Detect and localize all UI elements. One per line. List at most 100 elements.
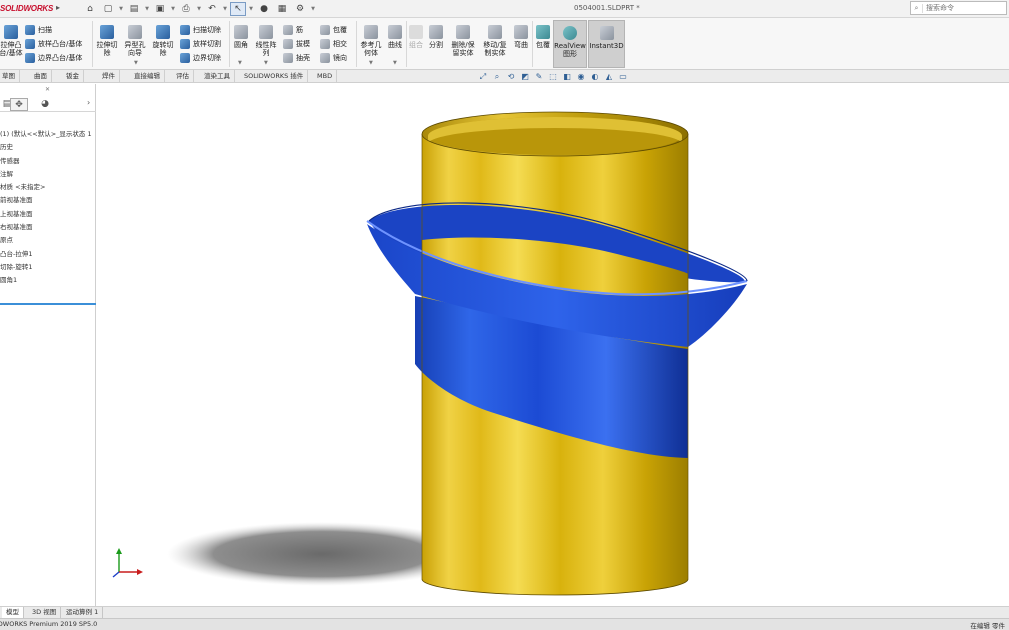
tree-item-sensors[interactable]: 传感器	[0, 155, 96, 168]
tree-item-material[interactable]: 材质 <未指定>	[0, 181, 96, 194]
split-button[interactable]: 分割	[427, 25, 445, 49]
mirror-button[interactable]: 镜向	[320, 52, 347, 64]
tree-item-front-plane[interactable]: 前视基准面	[0, 194, 96, 207]
display-style-icon[interactable]: ◧	[562, 72, 572, 82]
revolve-cut-button[interactable]: 旋转切 除	[150, 25, 176, 57]
chevron-down-icon[interactable]: ▼	[310, 2, 316, 16]
curves-button[interactable]: 曲线	[386, 25, 404, 49]
undo-icon[interactable]: ↶	[204, 2, 220, 16]
wrap-button[interactable]: 包覆	[320, 24, 347, 36]
save-icon[interactable]: ▣	[152, 2, 168, 16]
tab-surfaces[interactable]: 曲面	[30, 70, 52, 83]
zoom-to-area-icon[interactable]: ⌕	[492, 72, 502, 82]
tab-mbd[interactable]: MBD	[313, 70, 338, 83]
feature-manager-panel: ✕ ▤ ✥ ◕ › (1) (默认<<默认>_显示状态 1 历史 传感器 注解 …	[0, 84, 96, 606]
home-icon[interactable]: ⌂	[82, 2, 98, 16]
loft-boss-button[interactable]: 放样凸台/基体	[25, 38, 82, 50]
print-icon[interactable]: ⎙	[178, 2, 194, 16]
instant3d-button[interactable]: Instant3D	[588, 20, 625, 68]
view-orientation-icon[interactable]: ⬚	[548, 72, 558, 82]
chevron-down-icon[interactable]: ▼	[118, 2, 124, 16]
chevron-down-icon[interactable]: ▼	[134, 60, 138, 66]
realview-graphics-button[interactable]: RealView 图形	[553, 20, 587, 68]
sweep-boss-button[interactable]: 扫描	[25, 24, 52, 36]
chevron-down-icon[interactable]: ▼	[238, 60, 242, 66]
panel-pin-icon[interactable]: ✕	[45, 86, 50, 93]
chevron-down-icon[interactable]: ▼	[393, 60, 397, 66]
menu-expand-arrow-icon[interactable]: ▸	[56, 3, 66, 15]
hole-wizard-button[interactable]: 异型孔 向导	[122, 25, 148, 57]
command-search-box[interactable]: ⌕	[910, 1, 1007, 15]
tab-solidworks-addins[interactable]: SOLIDWORKS 插件	[240, 70, 309, 83]
boundary-cut-button[interactable]: 边界切除	[180, 52, 221, 64]
graphics-area[interactable]	[97, 84, 1009, 606]
shell-button[interactable]: 抽壳	[283, 52, 310, 64]
chevron-down-icon[interactable]: ▼	[248, 2, 254, 16]
move-copy-body-button[interactable]: 移动/复 制实体	[480, 25, 510, 57]
tab-render-tools[interactable]: 渲染工具	[200, 70, 235, 83]
combine-button[interactable]: 组合	[407, 25, 425, 49]
dynamic-annotation-icon[interactable]: ✎	[534, 72, 544, 82]
search-input[interactable]	[923, 4, 1003, 12]
rollback-bar[interactable]	[0, 303, 96, 305]
tab-weldments[interactable]: 焊件	[98, 70, 120, 83]
tree-item-configuration[interactable]: (1) (默认<<默认>_显示状态 1	[0, 128, 96, 141]
tab-model[interactable]: 模型	[2, 607, 24, 618]
tree-item-fillet[interactable]: 圆角1	[0, 274, 96, 287]
move-body-icon	[488, 25, 502, 39]
tab-sketch[interactable]: 草图	[0, 70, 20, 83]
tree-item-annotations[interactable]: 注解	[0, 168, 96, 181]
linear-pattern-button[interactable]: 线性阵 列	[253, 25, 279, 57]
tree-item-cut-revolve[interactable]: 切除-旋转1	[0, 261, 96, 274]
options-gear-icon[interactable]: ⚙	[292, 2, 308, 16]
chevron-right-icon[interactable]: ›	[87, 98, 90, 107]
rebuild-traffic-light-icon[interactable]: ●	[256, 2, 272, 16]
tree-item-history[interactable]: 历史	[0, 141, 96, 154]
hide-show-items-icon[interactable]: ◉	[576, 72, 586, 82]
tree-item-top-plane[interactable]: 上视基准面	[0, 208, 96, 221]
chevron-down-icon[interactable]: ▼	[170, 2, 176, 16]
loft-cut-button[interactable]: 放样切割	[180, 38, 221, 50]
draft-button[interactable]: 拔模	[283, 38, 310, 50]
wrap-surface-icon	[536, 25, 550, 39]
bend-button[interactable]: 弯曲	[511, 25, 531, 49]
search-icon: ⌕	[911, 3, 923, 13]
wrap-surface-button[interactable]: 包覆	[533, 25, 553, 49]
intersect-button[interactable]: 相交	[320, 38, 347, 50]
tab-direct-editing[interactable]: 直接编辑	[130, 70, 165, 83]
previous-view-icon[interactable]: ⟲	[506, 72, 516, 82]
new-document-icon[interactable]: ▢	[100, 2, 116, 16]
chevron-down-icon[interactable]: ▼	[144, 2, 150, 16]
view-settings-icon[interactable]: ▭	[618, 72, 628, 82]
intersect-icon	[320, 39, 330, 49]
delete-keep-body-button[interactable]: 删除/保 留实体	[448, 25, 478, 57]
file-properties-icon[interactable]: ▦	[274, 2, 290, 16]
chevron-down-icon[interactable]: ▼	[264, 60, 268, 66]
edit-appearance-icon[interactable]: ◐	[590, 72, 600, 82]
tab-3d-views[interactable]: 3D 视图	[28, 607, 62, 618]
rib-button[interactable]: 筋	[283, 24, 303, 36]
boundary-boss-button[interactable]: 边界凸台/基体	[25, 52, 82, 64]
zoom-to-fit-icon[interactable]: ⤢	[478, 72, 488, 82]
tab-motion-study[interactable]: 运动算例 1	[62, 607, 104, 618]
tab-sheet-metal[interactable]: 钣金	[62, 70, 84, 83]
tab-evaluate[interactable]: 评估	[172, 70, 194, 83]
chevron-down-icon[interactable]: ▼	[222, 2, 228, 16]
chevron-down-icon[interactable]: ▼	[369, 60, 373, 66]
apply-scene-icon[interactable]: ◭	[604, 72, 614, 82]
chevron-down-icon[interactable]: ▼	[196, 2, 202, 16]
open-folder-icon[interactable]: ▤	[126, 2, 142, 16]
panel-tabs: ▤ ✥ ◕ ›	[0, 97, 96, 112]
reference-geometry-button[interactable]: 参考几 何体	[358, 25, 384, 57]
configuration-manager-tab-icon[interactable]: ✥	[10, 98, 28, 111]
tree-item-right-plane[interactable]: 右视基准面	[0, 221, 96, 234]
extrude-boss-button[interactable]: 拉伸凸 台/基体	[0, 25, 23, 57]
tree-item-boss-extrude[interactable]: 凸台-拉伸1	[0, 248, 96, 261]
tree-item-origin[interactable]: 原点	[0, 234, 96, 247]
select-pointer-icon[interactable]: ↖	[230, 2, 246, 16]
section-view-icon[interactable]: ◩	[520, 72, 530, 82]
sweep-cut-button[interactable]: 扫描切除	[180, 24, 221, 36]
fillet-button[interactable]: 圆角	[231, 25, 251, 49]
extrude-cut-button[interactable]: 拉伸切 除	[94, 25, 120, 57]
display-manager-tab-icon[interactable]: ◕	[36, 98, 54, 111]
